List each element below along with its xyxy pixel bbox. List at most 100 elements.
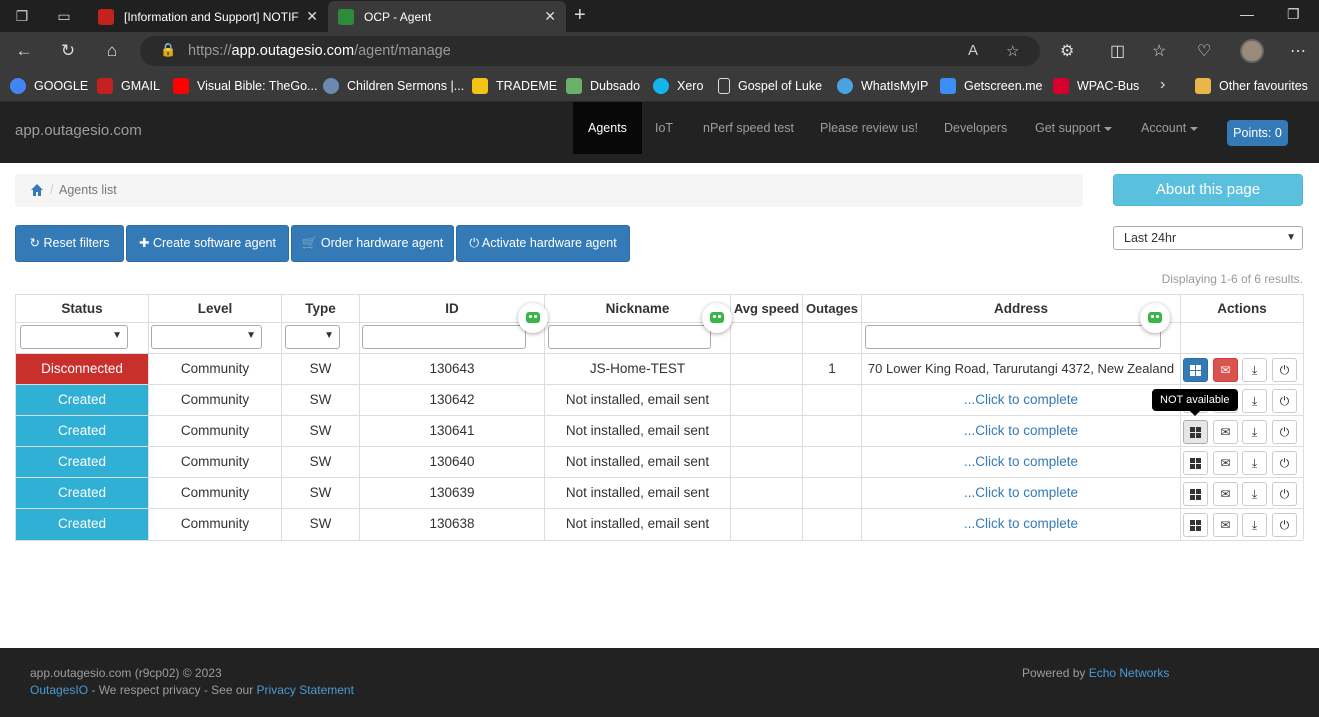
home-icon[interactable]: ⌂ <box>101 41 123 61</box>
bookmark-dubsado[interactable]: Dubsado <box>566 78 640 94</box>
favourite-star-icon[interactable]: ☆ <box>1006 42 1019 60</box>
workspaces-icon[interactable]: ❐ <box>12 6 32 26</box>
reset-filters-button[interactable]: ↻ Reset filters <box>15 225 124 262</box>
dashboard-button[interactable] <box>1183 451 1208 475</box>
bookmark-other-favourites[interactable]: Other favourites <box>1195 78 1308 94</box>
profile-avatar[interactable] <box>1240 39 1264 63</box>
click-to-complete-link[interactable]: ...Click to complete <box>862 416 1181 447</box>
status-filter-select[interactable]: ▼ <box>20 325 128 349</box>
health-icon[interactable]: ♡ <box>1197 41 1211 61</box>
brand-link[interactable]: app.outagesio.com <box>15 122 142 139</box>
download-button[interactable]: ⤓ <box>1242 451 1267 475</box>
table-row[interactable]: Disconnected Community SW 130643 JS-Home… <box>16 353 1304 385</box>
col-level-header[interactable]: Level <box>149 294 282 322</box>
table-row[interactable]: Created Community SW 130638 Not installe… <box>16 508 1304 540</box>
bookmark-google[interactable]: GOOGLE <box>10 78 88 94</box>
split-screen-icon[interactable]: ◫ <box>1110 41 1125 61</box>
close-tab-icon[interactable]: ✕ <box>544 8 556 25</box>
table-row[interactable]: Created Community SW 130641 Not installe… <box>16 415 1304 447</box>
back-icon[interactable]: ← <box>13 41 35 61</box>
download-button[interactable]: ⤓ <box>1242 358 1267 382</box>
level-filter-select[interactable]: ▼ <box>151 325 262 349</box>
nav-nperf[interactable]: nPerf speed test <box>703 102 794 154</box>
time-range-select[interactable]: Last 24hr ▼ <box>1113 226 1303 250</box>
power-button[interactable]: ⏻ <box>1272 451 1297 475</box>
email-button[interactable]: ✉ <box>1213 358 1238 382</box>
col-avg-speed-header[interactable]: Avg speed <box>731 294 803 322</box>
email-button[interactable]: ✉ <box>1213 420 1238 444</box>
address-filter-bot-icon[interactable] <box>1140 303 1170 333</box>
power-button[interactable]: ⏻ <box>1272 389 1297 413</box>
bookmark-whatismyip[interactable]: WhatIsMyIP <box>837 78 928 94</box>
click-to-complete-link[interactable]: ...Click to complete <box>862 509 1181 540</box>
nav-get-support[interactable]: Get support <box>1035 102 1113 154</box>
nav-iot[interactable]: IoT <box>655 102 673 154</box>
order-hardware-agent-button[interactable]: 🛒 Order hardware agent <box>291 225 454 262</box>
bookmark-wpac-bus[interactable]: WPAC-Bus <box>1053 78 1139 94</box>
col-outages-header[interactable]: Outages <box>803 294 862 322</box>
download-button[interactable]: ⤓ <box>1242 389 1267 413</box>
extensions-icon[interactable]: ⚙ <box>1060 41 1074 61</box>
table-row[interactable]: Created Community SW 130642 Not installe… <box>16 384 1304 416</box>
read-aloud-icon[interactable]: A <box>968 42 978 59</box>
dashboard-button[interactable] <box>1183 482 1208 506</box>
email-button[interactable]: ✉ <box>1213 451 1238 475</box>
home-icon[interactable] <box>30 183 44 197</box>
col-type-header[interactable]: Type <box>282 294 360 322</box>
create-software-agent-button[interactable]: ✚ Create software agent <box>126 225 289 262</box>
power-button[interactable]: ⏻ <box>1272 482 1297 506</box>
download-button[interactable]: ⤓ <box>1242 420 1267 444</box>
bookmark-children-sermons[interactable]: Children Sermons |... <box>323 78 464 94</box>
bookmark-gmail[interactable]: GMAIL <box>97 78 160 94</box>
points-badge[interactable]: Points: 0 <box>1227 120 1288 146</box>
bookmark-getscreen[interactable]: Getscreen.me <box>940 78 1043 94</box>
email-button[interactable]: ✉ <box>1213 482 1238 506</box>
nav-agents[interactable]: Agents <box>573 102 642 154</box>
browser-tab-ocp-agent[interactable]: OCP - Agent ✕ <box>328 1 566 32</box>
chevron-right-icon[interactable]: › <box>1160 76 1165 94</box>
power-button[interactable]: ⏻ <box>1272 420 1297 444</box>
close-tab-icon[interactable]: ✕ <box>306 8 318 25</box>
dashboard-button[interactable] <box>1183 513 1208 537</box>
download-button[interactable]: ⤓ <box>1242 513 1267 537</box>
click-to-complete-link[interactable]: ...Click to complete <box>862 385 1181 416</box>
nav-developers[interactable]: Developers <box>944 102 1007 154</box>
download-button[interactable]: ⤓ <box>1242 482 1267 506</box>
click-to-complete-link[interactable]: ...Click to complete <box>862 447 1181 478</box>
id-filter-input[interactable] <box>362 325 526 349</box>
address-filter-input[interactable] <box>865 325 1161 349</box>
echo-networks-link[interactable]: Echo Networks <box>1089 666 1170 680</box>
table-row[interactable]: Created Community SW 130639 Not installe… <box>16 477 1304 509</box>
click-to-complete-link[interactable]: ...Click to complete <box>862 478 1181 509</box>
nav-review[interactable]: Please review us! <box>820 102 918 154</box>
nickname-filter-input[interactable] <box>548 325 711 349</box>
browser-tab-gmail[interactable]: [Information and Support] NOTIF ✕ <box>88 1 328 32</box>
id-filter-bot-icon[interactable] <box>518 303 548 333</box>
more-menu-icon[interactable]: ⋯ <box>1290 41 1306 61</box>
bookmark-gospel-of-luke[interactable]: Gospel of Luke <box>718 78 822 94</box>
about-page-button[interactable]: About this page <box>1113 174 1303 206</box>
refresh-icon[interactable]: ↻ <box>57 41 79 61</box>
nickname-filter-bot-icon[interactable] <box>702 303 732 333</box>
minimize-icon[interactable]: — <box>1240 6 1254 22</box>
col-status-header[interactable]: Status <box>16 294 149 322</box>
privacy-statement-link[interactable]: Privacy Statement <box>257 683 354 697</box>
tab-actions-icon[interactable]: ▭ <box>54 6 74 26</box>
activate-hardware-agent-button[interactable]: ⏻ Activate hardware agent <box>456 225 630 262</box>
bookmark-visual-bible[interactable]: Visual Bible: TheGo... <box>173 78 317 94</box>
power-button[interactable]: ⏻ <box>1272 358 1297 382</box>
type-filter-select[interactable]: ▼ <box>285 325 340 349</box>
outagesio-link[interactable]: OutagesIO <box>30 683 88 697</box>
nav-account[interactable]: Account <box>1141 102 1199 154</box>
new-tab-plus-icon[interactable]: + <box>574 4 586 27</box>
dashboard-button[interactable] <box>1183 420 1208 444</box>
dashboard-button[interactable] <box>1183 358 1208 382</box>
bookmark-xero[interactable]: Xero <box>653 78 703 94</box>
restore-icon[interactable]: ❐ <box>1287 6 1300 23</box>
email-button[interactable]: ✉ <box>1213 513 1238 537</box>
bookmark-trademe[interactable]: TRADEME <box>472 78 557 94</box>
url-field[interactable]: 🔒 https://app.outagesio.com/agent/manage… <box>140 36 1040 66</box>
table-row[interactable]: Created Community SW 130640 Not installe… <box>16 446 1304 478</box>
favourites-icon[interactable]: ☆ <box>1152 41 1166 61</box>
power-button[interactable]: ⏻ <box>1272 513 1297 537</box>
